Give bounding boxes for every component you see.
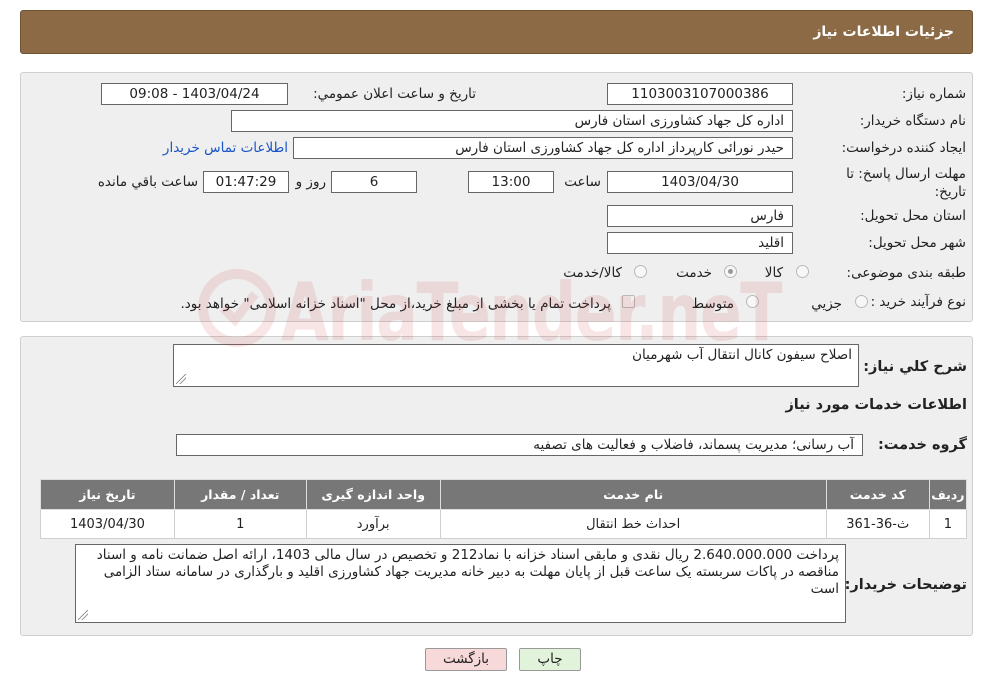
category-service-radio[interactable] xyxy=(724,265,737,278)
services-section-title: اطلاعات خدمات مورد نياز xyxy=(785,397,967,413)
page-title: جزئیات اطلاعات نیاز xyxy=(813,24,954,40)
col-service-name: نام خدمت xyxy=(439,479,827,510)
deadline-time-label: ساعت xyxy=(564,174,601,190)
back-button[interactable]: بازگشت xyxy=(425,648,507,671)
cell-row-number: 1 xyxy=(928,509,968,539)
service-group-label: گروه خدمت: xyxy=(877,437,967,453)
cell-need-date: 1403/04/30 xyxy=(40,509,175,539)
purchase-process-label: نوع فرآيند خريد : xyxy=(870,294,966,310)
buyer-contact-link[interactable]: اطلاعات تماس خريدار xyxy=(163,140,288,156)
cell-service-name: احداث خط انتقال xyxy=(439,509,827,539)
deadline-label: مهلت ارسال پاسخ: تا تاریخ: xyxy=(846,166,966,200)
buyer-notes-text: پرداخت 2.640.000.000 ریال نقدی و مابقی ا… xyxy=(96,547,839,597)
delivery-city-label: شهر محل تحويل: xyxy=(868,235,966,251)
delivery-city-field: اقليد xyxy=(607,232,793,254)
buyer-org-field: اداره کل جهاد کشاورزی استان فارس xyxy=(231,110,793,132)
delivery-province-label: استان محل تحويل: xyxy=(860,208,966,224)
summary-text: اصلاح سیفون کانال انتقال آب شهرمیان xyxy=(632,347,852,363)
col-need-date: تاريخ نياز xyxy=(40,479,175,510)
remaining-time-label: ساعت باقي مانده xyxy=(97,174,198,190)
cell-quantity: 1 xyxy=(173,509,307,539)
service-group-field: آب رسانی؛ مدیریت پسماند، فاضلاب و فعالیت… xyxy=(176,434,863,456)
treasury-checkbox-label: پرداخت تمام يا بخشی از مبلغ خريد،از محل … xyxy=(180,296,611,312)
announce-datetime-label: تاریخ و ساعت اعلان عمومي: xyxy=(313,86,476,102)
services-table: رديف کد خدمت نام خدمت واحد اندازه گيری ت… xyxy=(40,479,968,539)
col-service-code: کد خدمت xyxy=(825,479,930,510)
announce-datetime-field: 1403/04/24 - 09:08 xyxy=(101,83,288,105)
page-header: جزئیات اطلاعات نیاز xyxy=(20,10,973,54)
deadline-date-field: 1403/04/30 xyxy=(607,171,793,193)
category-goods-service-label: کالا/خدمت xyxy=(563,265,622,281)
buyer-notes-textarea[interactable]: پرداخت 2.640.000.000 ریال نقدی و مابقی ا… xyxy=(75,544,846,623)
requester-field: حیدر نورائی کارپرداز اداره کل جهاد کشاور… xyxy=(293,137,793,159)
buyer-notes-label: توضيحات خريدار: xyxy=(844,577,967,593)
category-goods-service-radio[interactable] xyxy=(634,265,647,278)
deadline-days-field: 6 xyxy=(331,171,417,193)
category-goods-label: کالا xyxy=(764,265,783,281)
process-minor-label: جزيي xyxy=(811,296,842,312)
process-medium-label: متوسط xyxy=(691,296,734,312)
need-number-label: شماره نیاز: xyxy=(901,86,966,102)
resize-handle-icon[interactable] xyxy=(176,374,186,384)
category-label: طبقه بندی موضوعی: xyxy=(846,265,966,281)
col-quantity: تعداد / مقدار xyxy=(173,479,307,510)
cell-unit: برآورد xyxy=(305,509,441,539)
process-minor-radio[interactable] xyxy=(855,295,868,308)
requester-label: ايجاد کننده درخواست: xyxy=(841,140,966,156)
resize-handle-icon[interactable] xyxy=(78,610,88,620)
delivery-province-field: فارس xyxy=(607,205,793,227)
cell-service-code: ث-36-361 xyxy=(825,509,930,539)
deadline-time-field: 13:00 xyxy=(468,171,554,193)
remaining-time-field: 01:47:29 xyxy=(203,171,289,193)
col-row-number: رديف xyxy=(928,479,968,510)
print-button[interactable]: چاپ xyxy=(519,648,581,671)
summary-label: شرح کلي نياز: xyxy=(863,359,967,375)
category-service-label: خدمت xyxy=(676,265,712,281)
need-number-field: 1103003107000386 xyxy=(607,83,793,105)
process-medium-radio[interactable] xyxy=(746,295,759,308)
buyer-org-label: نام دستگاه خريدار: xyxy=(859,113,966,129)
category-goods-radio[interactable] xyxy=(796,265,809,278)
col-unit: واحد اندازه گيری xyxy=(305,479,441,510)
summary-textarea[interactable]: اصلاح سیفون کانال انتقال آب شهرمیان xyxy=(173,344,859,387)
table-header-row: رديف کد خدمت نام خدمت واحد اندازه گيری ت… xyxy=(40,479,968,510)
treasury-checkbox[interactable] xyxy=(622,295,635,308)
deadline-days-label: روز و xyxy=(295,174,326,190)
table-row: 1 ث-36-361 احداث خط انتقال برآورد 1 1403… xyxy=(40,509,968,539)
